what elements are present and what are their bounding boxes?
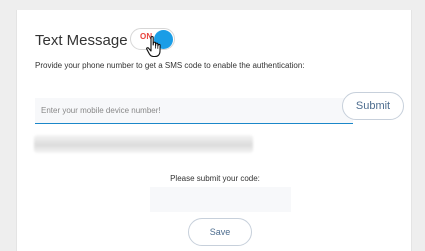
- save-button[interactable]: Save: [188, 218, 252, 246]
- hand-pointer-cursor-icon: [146, 36, 161, 58]
- text-message-panel: Text Message ON Provide your phone numbe…: [16, 10, 412, 251]
- instructions-text: Provide your phone number to get a SMS c…: [35, 61, 305, 70]
- section-title: Text Message: [35, 32, 128, 49]
- code-prompt-label: Please submit your code:: [170, 174, 260, 183]
- submit-button[interactable]: Submit: [342, 92, 404, 120]
- blurred-status-message: [34, 135, 253, 153]
- phone-number-input[interactable]: [35, 98, 353, 124]
- verification-code-input[interactable]: [150, 187, 291, 212]
